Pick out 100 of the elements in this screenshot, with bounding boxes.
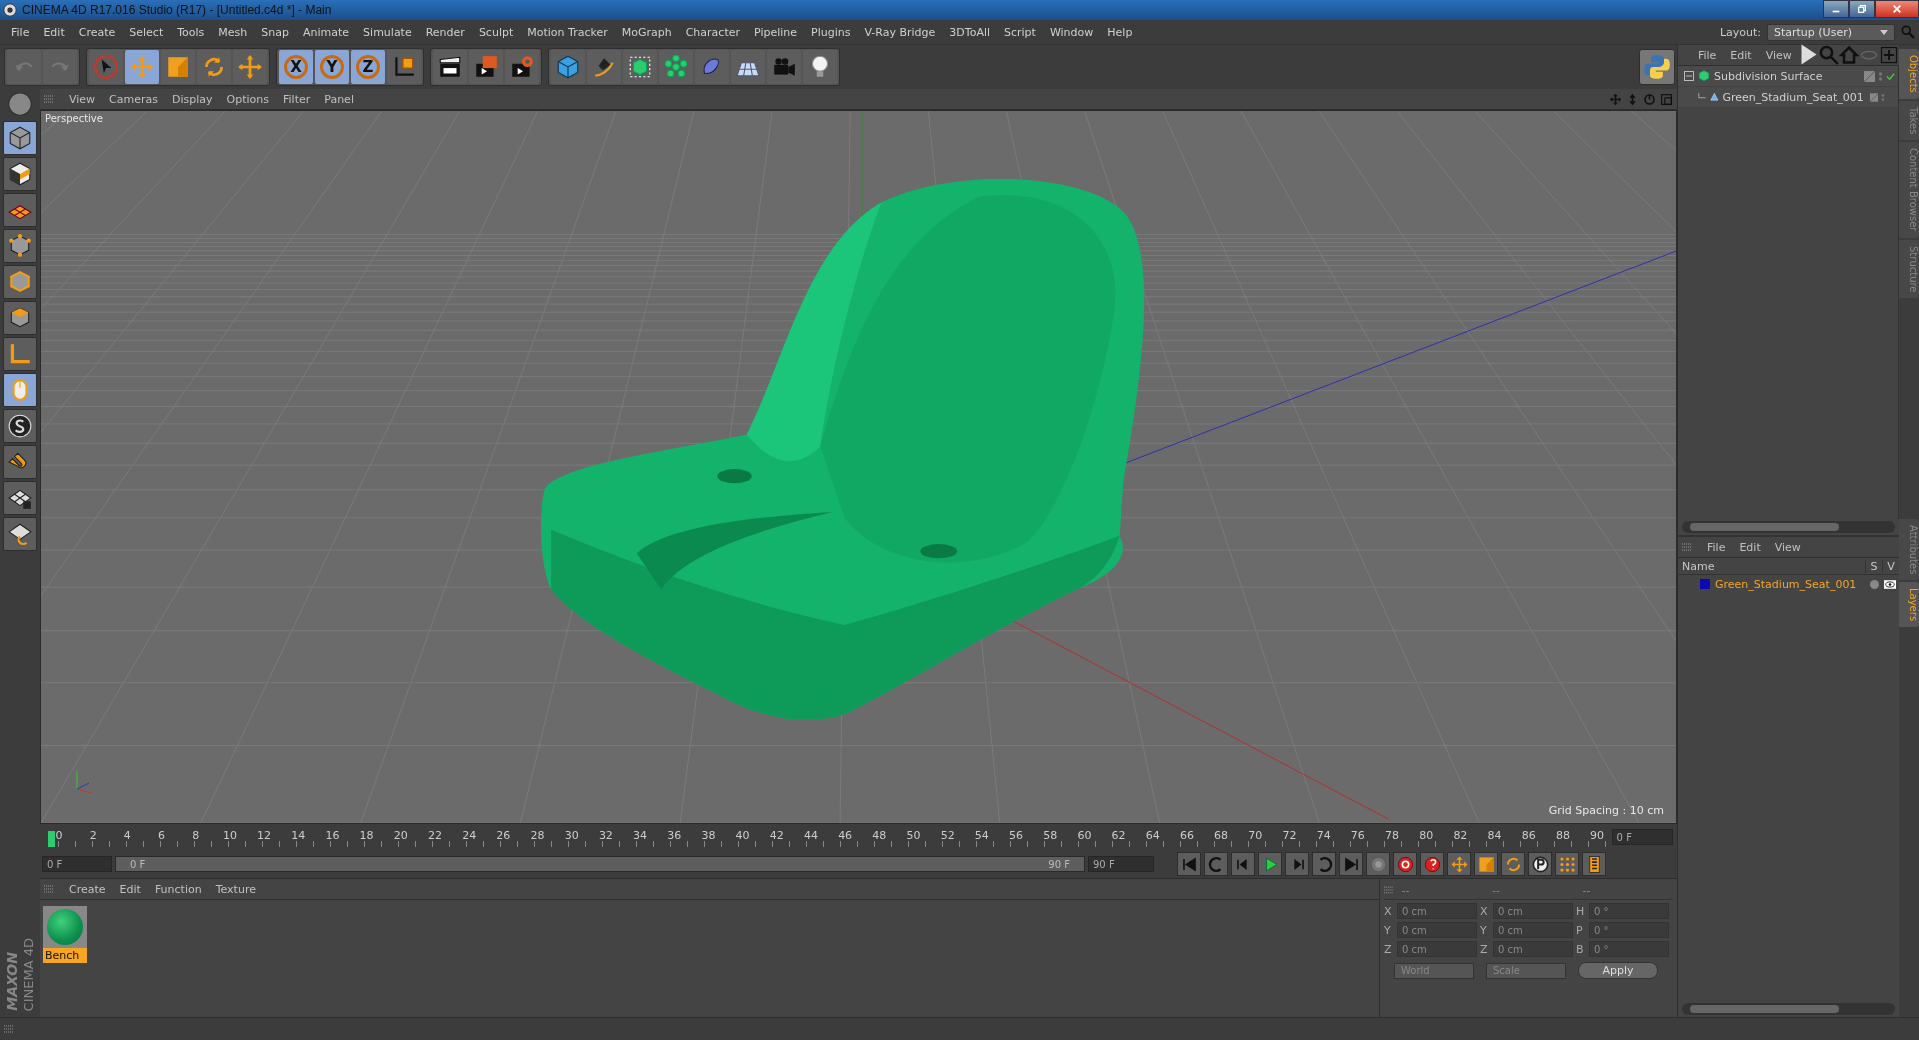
add-icon[interactable] — [1878, 45, 1899, 66]
mode-button[interactable] — [3, 229, 37, 263]
menu-item[interactable]: Plugins — [804, 25, 858, 39]
playback-button[interactable] — [1501, 852, 1525, 876]
menu-item[interactable]: Window — [1042, 25, 1101, 39]
viewport-menu-item[interactable]: Display — [165, 92, 220, 106]
material-swatch[interactable] — [43, 906, 87, 948]
grip-icon[interactable] — [44, 884, 54, 894]
material-menu-item[interactable]: Edit — [112, 882, 148, 896]
mode-button[interactable] — [3, 301, 37, 335]
menu-item[interactable]: MoGraph — [614, 25, 679, 39]
playback-button[interactable] — [1447, 852, 1471, 876]
mode-button[interactable] — [3, 517, 37, 551]
mode-button[interactable] — [3, 193, 37, 227]
playback-button[interactable] — [1528, 852, 1552, 876]
solo-dot-icon[interactable] — [1870, 579, 1879, 589]
objects-menu-item[interactable]: View — [1758, 48, 1799, 62]
grip-icon[interactable] — [1384, 885, 1394, 895]
column-header[interactable]: Name — [1678, 559, 1865, 573]
close-button[interactable] — [1875, 0, 1919, 18]
grip-icon[interactable] — [44, 94, 54, 104]
layout-dropdown[interactable]: Startup (User) — [1767, 23, 1895, 41]
playback-button[interactable] — [1555, 852, 1579, 876]
column-header[interactable]: S — [1865, 559, 1882, 573]
current-frame-field[interactable]: 0 F — [1611, 829, 1673, 845]
pan-icon[interactable] — [1609, 92, 1622, 106]
coordinate-field[interactable]: 0 ° — [1589, 941, 1669, 957]
viewport-menu-item[interactable]: Options — [219, 92, 276, 106]
material-menu-item[interactable]: Create — [62, 882, 113, 896]
coordinate-field[interactable]: 0 cm — [1397, 922, 1477, 938]
menu-item[interactable]: Motion Tracker — [520, 25, 615, 39]
playback-button[interactable] — [1393, 852, 1417, 876]
menu-item[interactable]: Help — [1100, 25, 1140, 39]
tool-button[interactable] — [433, 50, 467, 84]
side-tab[interactable]: Objects — [1899, 49, 1919, 99]
maximize-view-icon[interactable] — [1660, 92, 1673, 106]
mode-button[interactable] — [3, 373, 37, 407]
material-menu-item[interactable]: Texture — [208, 882, 263, 896]
side-tab[interactable]: Layers — [1899, 581, 1919, 627]
restore-button[interactable] — [1849, 0, 1875, 18]
objects-menu-item[interactable]: File — [1690, 48, 1724, 62]
viewport-menu-item[interactable]: Cameras — [102, 92, 165, 106]
grip-icon[interactable] — [1682, 542, 1692, 552]
menu-item[interactable]: Snap — [254, 25, 296, 39]
apply-button[interactable]: Apply — [1578, 962, 1658, 979]
menu-item[interactable]: Simulate — [356, 25, 419, 39]
playback-button[interactable] — [1582, 852, 1606, 876]
minimize-button[interactable] — [1823, 0, 1849, 18]
menu-item[interactable]: Sculpt — [471, 25, 521, 39]
layer-name[interactable]: Green_Stadium_Seat_001 — [1715, 577, 1857, 591]
tool-button[interactable] — [387, 50, 421, 84]
coordinate-field[interactable]: 0 cm — [1397, 903, 1477, 919]
horizontal-scrollbar[interactable] — [1682, 1003, 1895, 1015]
end-frame-field[interactable]: 90 F — [1088, 856, 1154, 872]
coordinate-field[interactable]: 0 cm — [1397, 941, 1477, 957]
menu-item[interactable]: Edit — [36, 25, 72, 39]
menu-item[interactable]: Animate — [296, 25, 357, 39]
axis-lock-button[interactable]: Y — [315, 50, 349, 84]
menu-item[interactable]: Create — [71, 25, 123, 39]
coordinate-field[interactable]: 0 ° — [1589, 922, 1669, 938]
menu-item[interactable]: Select — [122, 25, 171, 39]
layer-flag-icon[interactable] — [1864, 70, 1875, 82]
mode-button[interactable] — [3, 481, 37, 515]
checkmark-icon[interactable] — [1886, 71, 1895, 81]
collapse-toggle-icon[interactable] — [1684, 71, 1694, 81]
objects-menu-item[interactable]: Edit — [1723, 48, 1759, 62]
viewport-menu-item[interactable]: View — [62, 92, 103, 106]
visibility-dots-icon[interactable] — [1881, 91, 1886, 103]
horizontal-scrollbar[interactable] — [1682, 521, 1895, 533]
coordinate-field[interactable]: 0 cm — [1493, 903, 1573, 919]
tool-button[interactable] — [587, 50, 621, 84]
viewport-menu-item[interactable]: Filter — [276, 92, 318, 106]
playback-button[interactable] — [1420, 852, 1444, 876]
playback-button[interactable] — [1474, 852, 1498, 876]
mode-button[interactable] — [3, 337, 37, 371]
menu-item[interactable]: Tools — [170, 25, 212, 39]
axis-lock-button[interactable]: Z — [351, 50, 385, 84]
menu-item[interactable]: Render — [418, 25, 472, 39]
eye-icon[interactable] — [1884, 579, 1896, 589]
menu-item[interactable]: Script — [997, 25, 1043, 39]
mode-button[interactable] — [3, 409, 37, 443]
tool-button[interactable] — [803, 50, 837, 84]
layers-menu-item[interactable]: File — [1700, 540, 1733, 554]
layers-menu-item[interactable]: View — [1767, 540, 1808, 554]
frame-range-slider[interactable]: 0 F 90 F — [115, 856, 1085, 872]
orbit-icon[interactable] — [1643, 92, 1656, 106]
home-icon[interactable] — [1838, 45, 1859, 66]
viewport-menu-item[interactable]: Panel — [317, 92, 361, 106]
mode-button[interactable] — [3, 157, 37, 191]
menu-item[interactable]: File — [4, 25, 37, 39]
layers-menu-item[interactable]: Edit — [1732, 540, 1768, 554]
menu-item[interactable]: Character — [678, 25, 747, 39]
mode-button[interactable] — [3, 265, 37, 299]
coordinate-field[interactable]: 0 ° — [1589, 903, 1669, 919]
menu-item[interactable]: Pipeline — [747, 25, 805, 39]
material-menu-item[interactable]: Function — [147, 882, 209, 896]
python-button[interactable] — [1639, 49, 1675, 85]
visibility-dots-icon[interactable] — [1878, 70, 1883, 82]
coordinate-field[interactable]: 0 cm — [1493, 922, 1573, 938]
menu-item[interactable]: V-Ray Bridge — [857, 25, 943, 39]
